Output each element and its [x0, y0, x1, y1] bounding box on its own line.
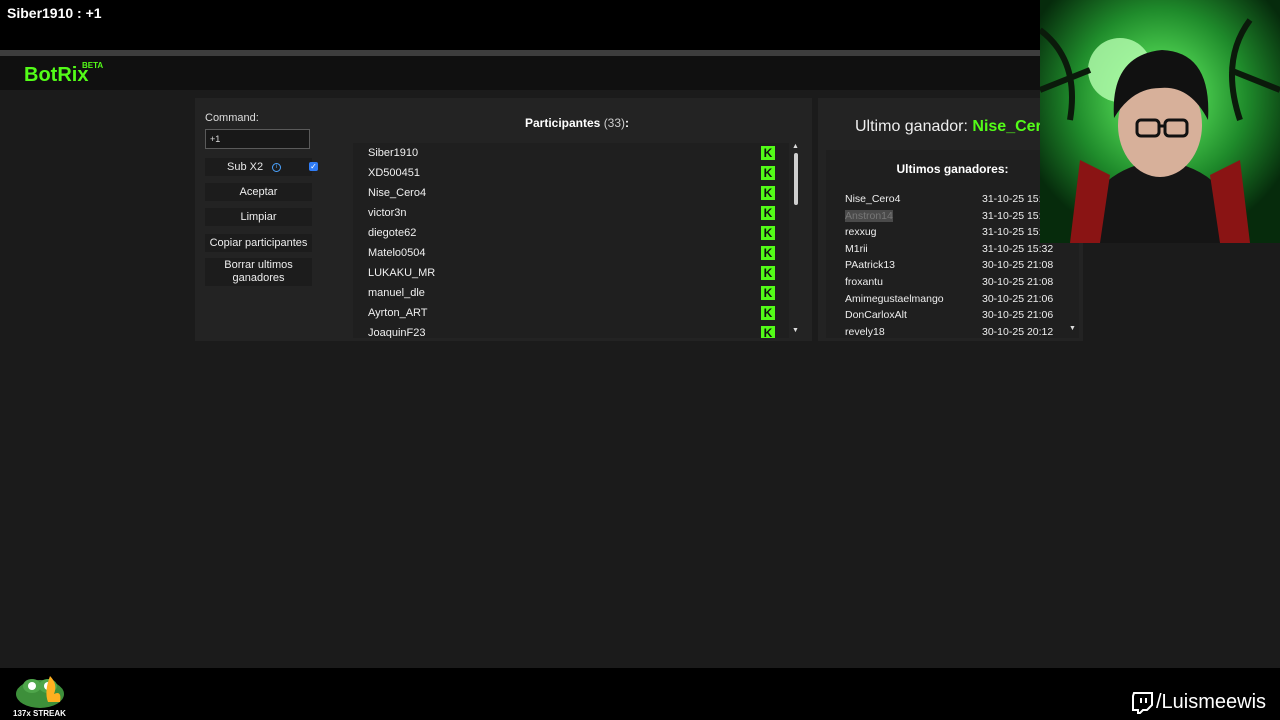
sub-x2-checkbox[interactable]: ✓ [309, 162, 318, 171]
info-icon[interactable]: i [272, 163, 281, 172]
winners-list[interactable]: Nise_Cero4 31-10-25 15:35 Anstron14 31-10-… [826, 192, 1066, 338]
winner-name: DonCarloxAlt [845, 309, 907, 322]
participant-name: Siber1910 [368, 147, 419, 159]
streak-label: 137x STREAK [13, 709, 66, 718]
kick-icon: K [761, 186, 775, 200]
list-item: diegote62 K [353, 223, 789, 243]
list-item: Ayrton_ART K [353, 303, 789, 323]
last-winner: Ultimo ganador: Nise_Cero4 [855, 118, 1060, 136]
winner-date: 30-10-25 21:08 [982, 275, 1054, 288]
kick-icon: K [761, 326, 775, 338]
participant-name: Matelo0504 [368, 247, 426, 259]
winner-date: 30-10-25 20:12 [982, 325, 1054, 338]
channel-name: /Luismeewis [1156, 691, 1267, 713]
scroll-up-arrow-icon[interactable]: ▲ [792, 143, 799, 150]
participant-name: XD500451 [368, 167, 420, 179]
participant-name: JoaquinF23 [368, 327, 426, 338]
list-item: Matelo0504 K [353, 243, 789, 263]
list-item: manuel_dle K [353, 283, 789, 303]
kick-icon: K [761, 246, 775, 260]
table-row: DonCarloxAlt 30-10-25 21:06 [826, 308, 1066, 325]
sub-x2-label: Sub X2 [227, 161, 264, 173]
winner-name: revely18 [845, 325, 885, 338]
table-row: PAatrick13 30-10-25 21:08 [826, 258, 1066, 275]
participant-name: LUKAKU_MR [368, 267, 436, 279]
botrix-logo[interactable]: BotRix [24, 64, 88, 87]
participant-name: victor3n [368, 207, 407, 219]
stream-bottom-bar [0, 668, 1280, 720]
sub-x2-toggle[interactable]: Sub X2 i ✓ [205, 158, 318, 176]
winner-name: Nise_Cero4 [845, 193, 901, 205]
winner-name: froxantu [845, 275, 883, 288]
clear-button[interactable]: Limpiar [205, 208, 312, 226]
list-item: Nise_Cero4 K [353, 183, 789, 203]
participant-name: Ayrton_ART [368, 307, 428, 319]
delete-last-winners-button[interactable]: Borrar ultimos ganadores [205, 258, 312, 286]
list-item: JoaquinF23 K [353, 323, 789, 338]
winner-name: rexxug [845, 226, 877, 239]
table-row: Nise_Cero4 31-10-25 15:35 [826, 192, 1066, 209]
winner-name: M1rii [845, 242, 868, 255]
scroll-down-arrow-icon[interactable]: ▼ [792, 327, 799, 334]
winner-name: Anstron14 [845, 209, 893, 222]
participants-count: (33) [603, 116, 626, 130]
frog-streak-icon [16, 676, 64, 708]
table-row: M1rii 31-10-25 15:32 [826, 242, 1066, 259]
chat-overlay-message: Siber1910 : +1 [7, 5, 102, 21]
list-item: victor3n K [353, 203, 789, 223]
table-row: rexxug 31-10-25 15:33 [826, 225, 1066, 242]
participants-title-colon: : [625, 116, 630, 130]
list-item: Siber1910 K [353, 143, 789, 163]
kick-icon: K [761, 166, 775, 180]
webcam-overlay [1040, 0, 1280, 243]
winner-name: Amimegustaelmango [845, 292, 944, 305]
command-label: Command: [205, 112, 259, 124]
winner-date: 30-10-25 21:08 [982, 259, 1054, 272]
kick-icon: K [761, 286, 775, 300]
winner-date: 30-10-25 21:06 [982, 292, 1054, 305]
participant-name: manuel_dle [368, 287, 425, 299]
copy-participants-button[interactable]: Copiar participantes [205, 234, 312, 252]
winners-scroll-down-arrow-icon[interactable]: ▼ [1069, 325, 1076, 332]
table-row: Anstron14 31-10-25 15:34 [826, 209, 1066, 226]
table-row: froxantu 30-10-25 21:08 [826, 275, 1066, 292]
kick-icon: K [761, 266, 775, 280]
table-row: Amimegustaelmango 30-10-25 21:06 [826, 292, 1066, 309]
winner-date: 31-10-25 15:32 [982, 242, 1054, 255]
participants-title: Participantes (33): [353, 116, 801, 130]
participants-scrollbar[interactable] [794, 153, 798, 205]
last-winner-label: Ultimo ganador: [855, 118, 968, 135]
beta-badge: BETA [82, 61, 104, 70]
accept-button[interactable]: Aceptar [205, 183, 312, 201]
participants-list[interactable]: Siber1910 K XD500451 K Nise_Cero4 K victor3… [353, 143, 789, 338]
winner-date: 30-10-25 21:06 [982, 309, 1054, 322]
command-input[interactable] [205, 129, 310, 149]
participant-name: Nise_Cero4 [368, 187, 427, 199]
twitch-icon [1132, 692, 1153, 714]
participants-title-label: Participantes [524, 116, 601, 130]
kick-icon: K [761, 146, 775, 160]
winner-name: PAatrick13 [845, 259, 895, 272]
list-item: LUKAKU_MR K [353, 263, 789, 283]
participant-name: diegote62 [368, 227, 417, 239]
kick-icon: K [761, 226, 775, 240]
kick-icon: K [761, 306, 775, 320]
kick-icon: K [761, 206, 775, 220]
list-item: XD500451 K [353, 163, 789, 183]
table-row: revely18 30-10-25 20:12 [826, 325, 1066, 338]
webcam-image [1040, 0, 1280, 243]
